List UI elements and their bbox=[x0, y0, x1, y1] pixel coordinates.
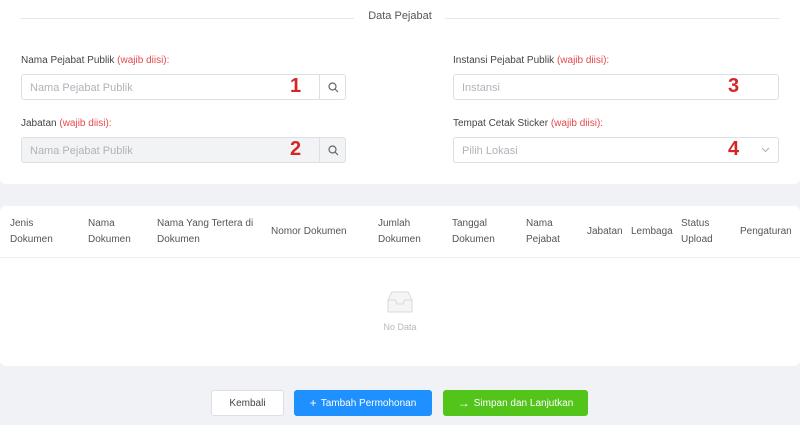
column-header-line: Lembaga bbox=[631, 226, 673, 237]
column-header-line: Jenis bbox=[10, 218, 34, 229]
search-icon bbox=[328, 145, 339, 156]
divider-line-left bbox=[20, 18, 354, 19]
col-status-upload: Status Upload bbox=[681, 216, 713, 248]
instansi-placeholder: Instansi bbox=[462, 82, 500, 94]
instansi-input[interactable]: Instansi 3 bbox=[453, 74, 779, 100]
column-header-line: Dokumen bbox=[10, 234, 53, 245]
column-header-line: Dokumen bbox=[378, 234, 421, 245]
col-nama-dokumen: Nama Dokumen bbox=[88, 216, 131, 248]
nama-pejabat-label-text: Nama Pejabat Publik bbox=[21, 55, 115, 66]
section-divider: Data Pejabat bbox=[0, 10, 800, 26]
column-header-line: Nomor Dokumen bbox=[271, 226, 347, 237]
column-header-line: Upload bbox=[681, 234, 713, 245]
col-pengaturan: Pengaturan bbox=[740, 224, 792, 240]
column-header-line: Nama Yang Tertera di bbox=[157, 218, 254, 229]
required-note: (wajib diisi): bbox=[117, 55, 170, 66]
column-header-line: Pejabat bbox=[526, 234, 560, 245]
required-note: (wajib diisi): bbox=[550, 118, 604, 129]
data-pejabat-form: Data Pejabat Nama Pejabat Publik (wajib … bbox=[0, 0, 800, 184]
instansi-label-text: Instansi Pejabat Publik bbox=[453, 55, 555, 66]
required-note: (wajib diisi): bbox=[59, 118, 112, 129]
jabatan-input[interactable]: Nama Pejabat Publik 2 bbox=[21, 137, 320, 163]
col-jumlah-dokumen: Jumlah Dokumen bbox=[378, 216, 421, 248]
required-note: (wajib diisi): bbox=[556, 55, 610, 66]
arrow-right-icon: → bbox=[457, 396, 470, 410]
chevron-down-icon bbox=[761, 147, 770, 153]
column-header-line: Nama bbox=[526, 218, 553, 229]
col-tanggal-dokumen: Tanggal Dokumen bbox=[452, 216, 495, 248]
column-header-line: Status bbox=[681, 218, 710, 229]
search-icon bbox=[328, 82, 339, 93]
col-nomor-dokumen: Nomor Dokumen bbox=[271, 224, 347, 240]
empty-inbox-icon bbox=[387, 291, 413, 313]
jabatan-placeholder: Nama Pejabat Publik bbox=[30, 145, 133, 157]
table-header: Jenis Dokumen Nama Dokumen Nama Yang Tertera… bbox=[0, 206, 800, 258]
column-header-line: Dokumen bbox=[88, 234, 131, 245]
documents-table: Jenis Dokumen Nama Dokumen Nama Yang Tertera… bbox=[0, 206, 800, 366]
column-header-line: Jabatan bbox=[587, 226, 623, 237]
col-nama-pejabat: Nama Pejabat bbox=[526, 216, 560, 248]
column-header-line: Tanggal bbox=[452, 218, 488, 229]
jabatan-search-button[interactable] bbox=[319, 137, 346, 163]
col-lembaga: Lembaga bbox=[631, 224, 673, 240]
nama-pejabat-label: Nama Pejabat Publik (wajib diisi): bbox=[21, 55, 169, 66]
column-header-line: Jumlah bbox=[378, 218, 411, 229]
column-header-line: Nama bbox=[88, 218, 115, 229]
nama-pejabat-search-button[interactable] bbox=[319, 74, 346, 100]
marker-1: 1 bbox=[290, 75, 302, 97]
lokasi-select[interactable]: Pilih Lokasi 4 bbox=[453, 137, 779, 163]
save-continue-button[interactable]: → Simpan dan Lanjutkan bbox=[443, 390, 588, 416]
empty-text: No Data bbox=[383, 322, 417, 332]
add-request-button[interactable]: + Tambah Permohonan bbox=[294, 390, 432, 416]
lokasi-label: Tempat Cetak Sticker (wajib diisi): bbox=[453, 118, 603, 129]
instansi-label: Instansi Pejabat Publik (wajib diisi): bbox=[453, 55, 609, 66]
add-request-label: Tambah Permohonan bbox=[320, 397, 417, 409]
section-title: Data Pejabat bbox=[368, 10, 432, 22]
jabatan-label-text: Jabatan bbox=[21, 118, 57, 129]
col-jenis-dokumen: Jenis Dokumen bbox=[10, 216, 53, 248]
divider-line-right bbox=[445, 18, 780, 19]
marker-3: 3 bbox=[728, 75, 740, 97]
marker-4: 4 bbox=[728, 138, 740, 160]
jabatan-label: Jabatan (wajib diisi): bbox=[21, 118, 112, 129]
save-continue-label: Simpan dan Lanjutkan bbox=[473, 397, 574, 409]
back-button-label: Kembali bbox=[229, 397, 266, 409]
column-header-line: Dokumen bbox=[157, 234, 200, 245]
plus-icon: + bbox=[309, 396, 317, 410]
column-header-line: Pengaturan bbox=[740, 226, 792, 237]
col-jabatan: Jabatan bbox=[587, 224, 623, 240]
back-button[interactable]: Kembali bbox=[211, 390, 284, 416]
nama-pejabat-placeholder: Nama Pejabat Publik bbox=[30, 82, 133, 94]
nama-pejabat-input[interactable]: Nama Pejabat Publik 1 bbox=[21, 74, 320, 100]
marker-2: 2 bbox=[290, 138, 302, 160]
col-nama-tertera: Nama Yang Tertera di Dokumen bbox=[157, 216, 253, 248]
lokasi-label-text: Tempat Cetak Sticker bbox=[453, 118, 549, 129]
lokasi-placeholder: Pilih Lokasi bbox=[462, 145, 518, 157]
column-header-line: Dokumen bbox=[452, 234, 495, 245]
